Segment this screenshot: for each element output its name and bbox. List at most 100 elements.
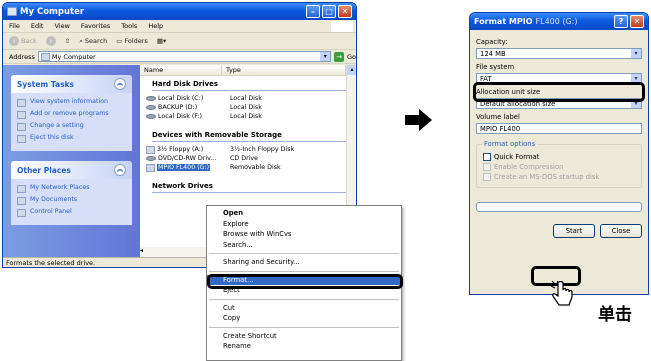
collapse-icon[interactable]: ︽ xyxy=(114,164,126,176)
folders-icon: ▭ xyxy=(116,37,123,45)
help-button[interactable]: ? xyxy=(614,15,628,28)
windows-logo-icon xyxy=(331,21,353,32)
menu-separator xyxy=(209,253,399,254)
menu-view[interactable]: View xyxy=(54,22,69,30)
address-input[interactable]: My Computer ▾ xyxy=(37,51,332,62)
checkbox-icon xyxy=(483,153,491,161)
folder-up-icon: ⇧ xyxy=(64,37,71,45)
chevron-down-icon[interactable]: ▾ xyxy=(320,52,331,61)
menu-copy[interactable]: Copy xyxy=(207,313,401,324)
task-change-setting[interactable]: Change a setting xyxy=(17,122,126,131)
other-places-header[interactable]: Other Places ︽ xyxy=(11,161,132,179)
forward-button[interactable]: › xyxy=(45,36,56,46)
quick-format-checkbox[interactable]: Quick Format xyxy=(483,153,635,161)
dialog-close-button[interactable]: ✕ xyxy=(630,15,644,28)
section-hard-drives: Hard Disk Drives xyxy=(152,76,348,91)
start-button[interactable]: Start xyxy=(553,224,595,238)
format-dialog-titlebar[interactable]: Format MPIO FL400 (G:) ? ✕ xyxy=(470,13,648,30)
computer-icon xyxy=(40,52,50,61)
cd-drive-icon xyxy=(146,156,156,161)
forward-arrow-icon: › xyxy=(45,36,56,46)
up-button[interactable]: ⇧ xyxy=(65,37,70,45)
menu-file[interactable]: File xyxy=(9,22,20,30)
menu-separator xyxy=(209,326,399,328)
menu-cut[interactable]: Cut xyxy=(207,303,401,314)
search-icon: ⌕ xyxy=(79,36,83,45)
scroll-up-icon[interactable]: ▴ xyxy=(347,65,356,75)
network-icon xyxy=(17,185,26,193)
hard-disk-icon xyxy=(146,114,156,119)
place-network[interactable]: My Network Places xyxy=(17,184,126,193)
menu-search[interactable]: Search... xyxy=(207,240,401,251)
dialog-title-drive: FL400 (G:) xyxy=(535,17,578,26)
checkbox-icon xyxy=(483,163,491,171)
eject-icon xyxy=(17,135,26,143)
window-title: My Computer xyxy=(20,6,85,17)
volume-label-input[interactable]: MPIO FL400 xyxy=(476,123,642,134)
go-button[interactable]: Go xyxy=(347,53,356,61)
my-computer-titlebar[interactable]: My Computer – □ ✕ xyxy=(3,3,356,20)
go-arrow-icon[interactable]: → xyxy=(334,51,344,62)
place-documents[interactable]: My Documents xyxy=(17,196,126,205)
menu-separator xyxy=(209,270,399,272)
msdos-startup-checkbox[interactable]: Create an MS-DOS startup disk xyxy=(483,173,635,181)
floppy-icon xyxy=(146,145,155,154)
enable-compression-checkbox[interactable]: Enable Compression xyxy=(483,163,635,171)
menu-help[interactable]: Help xyxy=(148,22,163,30)
drive-item[interactable]: DVD/CD-RW Driv... CD Drive xyxy=(140,154,356,163)
format-highlight-box xyxy=(207,274,403,289)
views-button[interactable]: ▦▾ xyxy=(157,37,166,45)
chevron-down-icon[interactable]: ▾ xyxy=(631,49,641,58)
menu-open[interactable]: Open xyxy=(207,208,401,219)
menu-separator xyxy=(209,298,399,300)
checkbox-icon xyxy=(483,173,491,181)
folders-button[interactable]: ▭ Folders xyxy=(116,37,148,45)
back-arrow-icon: ‹ xyxy=(9,36,19,46)
address-label: Address xyxy=(9,52,35,61)
menu-sharing-security[interactable]: Sharing and Security... xyxy=(207,257,401,268)
control-panel-icon xyxy=(17,123,26,131)
drive-item-selected[interactable]: MPIO FL400 (G:) Removable Disk xyxy=(140,163,356,172)
capacity-select[interactable]: 124 MB ▾ xyxy=(476,48,642,59)
format-options-label: Format options xyxy=(482,140,538,148)
task-add-remove-programs[interactable]: Add or remove programs xyxy=(17,110,126,119)
search-button[interactable]: ⌕ Search xyxy=(79,37,107,46)
close-button[interactable]: ✕ xyxy=(338,5,352,18)
format-dialog: Format MPIO FL400 (G:) ? ✕ Capacity: 124… xyxy=(469,12,649,295)
computer-icon xyxy=(7,7,17,16)
place-control-panel[interactable]: Control Panel xyxy=(17,208,126,217)
hand-cursor-icon xyxy=(551,281,573,306)
menu-rename[interactable]: Rename xyxy=(207,341,401,352)
drive-item[interactable]: BACKUP (D:) Local Disk xyxy=(140,103,356,112)
menu-tools[interactable]: Tools xyxy=(121,22,137,30)
task-eject-disk[interactable]: Eject this disk xyxy=(17,134,126,143)
drive-item[interactable]: Local Disk (C:) Local Disk xyxy=(140,94,356,103)
back-button[interactable]: ‹ Back xyxy=(9,36,37,46)
address-bar: Address My Computer ▾ → Go xyxy=(3,50,356,64)
menu-favorites[interactable]: Favorites xyxy=(81,22,110,30)
file-system-highlight-box xyxy=(473,82,645,102)
menu-explore[interactable]: Explore xyxy=(207,219,401,230)
capacity-label: Capacity: xyxy=(476,38,508,46)
column-name[interactable]: Name xyxy=(140,65,222,75)
system-tasks-header[interactable]: System Tasks ︽ xyxy=(11,75,132,93)
right-arrow-icon xyxy=(405,109,432,131)
maximize-button[interactable]: □ xyxy=(322,5,336,18)
drive-item[interactable]: 3½ Floppy (A:) 3½-Inch Floppy Disk xyxy=(140,145,356,154)
task-view-system-info[interactable]: View system information xyxy=(17,98,126,107)
collapse-icon[interactable]: ︽ xyxy=(114,78,126,90)
volume-label-label: Volume label xyxy=(476,113,520,121)
menu-create-shortcut[interactable]: Create Shortcut xyxy=(207,331,401,342)
system-tasks-panel: System Tasks ︽ View system information A… xyxy=(11,75,132,151)
task-pane: System Tasks ︽ View system information A… xyxy=(3,65,140,257)
views-icon: ▦▾ xyxy=(156,37,167,45)
drive-item[interactable]: Local Disk (F:) Local Disk xyxy=(140,112,356,121)
menu-browse-wincvs[interactable]: Browse with WinCvs xyxy=(207,229,401,240)
documents-icon xyxy=(17,197,26,205)
menu-edit[interactable]: Edit xyxy=(31,22,44,30)
minimize-button[interactable]: – xyxy=(306,5,320,18)
format-options-group: Format options Quick Format Enable Compr… xyxy=(476,140,642,188)
section-network-drives: Network Drives xyxy=(152,178,348,193)
column-type[interactable]: Type xyxy=(222,65,346,75)
close-dialog-button[interactable]: Close xyxy=(600,224,642,238)
